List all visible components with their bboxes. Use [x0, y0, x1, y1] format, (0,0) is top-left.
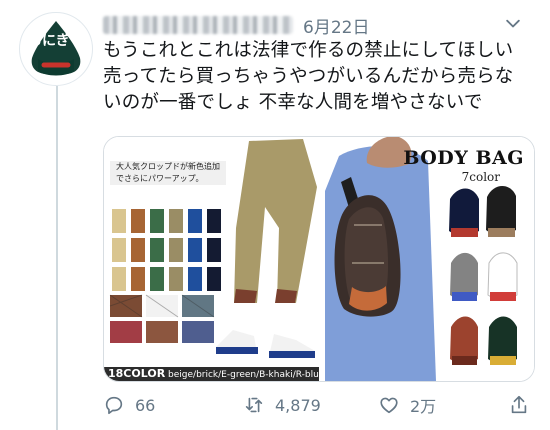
retweet-button[interactable]: 4,879 [243, 392, 321, 418]
tweet-card[interactable]: おにぎり 6月22日 もうこれとこれは法律で作るの禁止にしてほしい 売ってたら買… [0, 0, 550, 430]
chevron-down-icon[interactable] [503, 14, 523, 34]
pants-ad-caption: 大人気クロップドが新色追加でさらにパワーアップ。 [110, 161, 226, 185]
pants-color-list: beige/brick/E-green/B-khaki/R-blue/navy … [168, 370, 324, 380]
like-count: 2万 [410, 397, 437, 416]
like-button[interactable]: 2万 [378, 392, 436, 418]
tweet-text-line-1: もうこれとこれは法律で作るの禁止にしてほしい [103, 40, 514, 61]
avatar[interactable]: おにぎり [19, 12, 93, 86]
tweet-text: もうこれとこれは法律で作るの禁止にしてほしい 売ってたら買っちゃうやつがいるんだ… [103, 38, 533, 116]
tweet-text-line-3: いのが一番でしょ 不幸な人間を増やさないで [103, 92, 483, 113]
body-bag-color-count: 7color [461, 170, 500, 184]
avatar-label: おにぎり [28, 32, 84, 49]
body-bag-image [321, 137, 534, 381]
reply-icon [105, 396, 123, 415]
thread-line [56, 86, 58, 430]
user-name-blurred[interactable] [103, 16, 293, 34]
pants-color-strip: 18COLOR beige/brick/E-green/B-khaki/R-bl… [104, 367, 324, 381]
pants-ad-image[interactable]: 大人気クロップドが新色追加でさらにパワーアップ。 18COLOR beige/b… [104, 137, 324, 381]
tweet-date[interactable]: 6月22日 [303, 13, 369, 38]
share-icon [511, 395, 527, 414]
reply-button[interactable]: 66 [103, 392, 155, 418]
retweet-count: 4,879 [275, 395, 321, 415]
pants-color-count: 18COLOR [108, 367, 166, 380]
tweet-media[interactable]: 大人気クロップドが新色追加でさらにパワーアップ。 18COLOR beige/b… [103, 136, 535, 382]
retweet-icon [245, 397, 263, 413]
tweet-actions: 66 4,879 2万 [103, 388, 533, 422]
tweet-header: 6月22日 [103, 10, 523, 38]
share-button[interactable] [508, 392, 530, 418]
body-bag-title: BODY BAG [403, 147, 524, 169]
heart-icon [380, 397, 398, 414]
bag-ad-image[interactable]: BODY BAG 7color [321, 137, 534, 381]
onigiri-avatar-icon: おにぎり [21, 14, 91, 84]
tweet-text-line-2: 売ってたら買っちゃうやつがいるんだから売らな [103, 66, 514, 87]
reply-count: 66 [135, 395, 156, 415]
